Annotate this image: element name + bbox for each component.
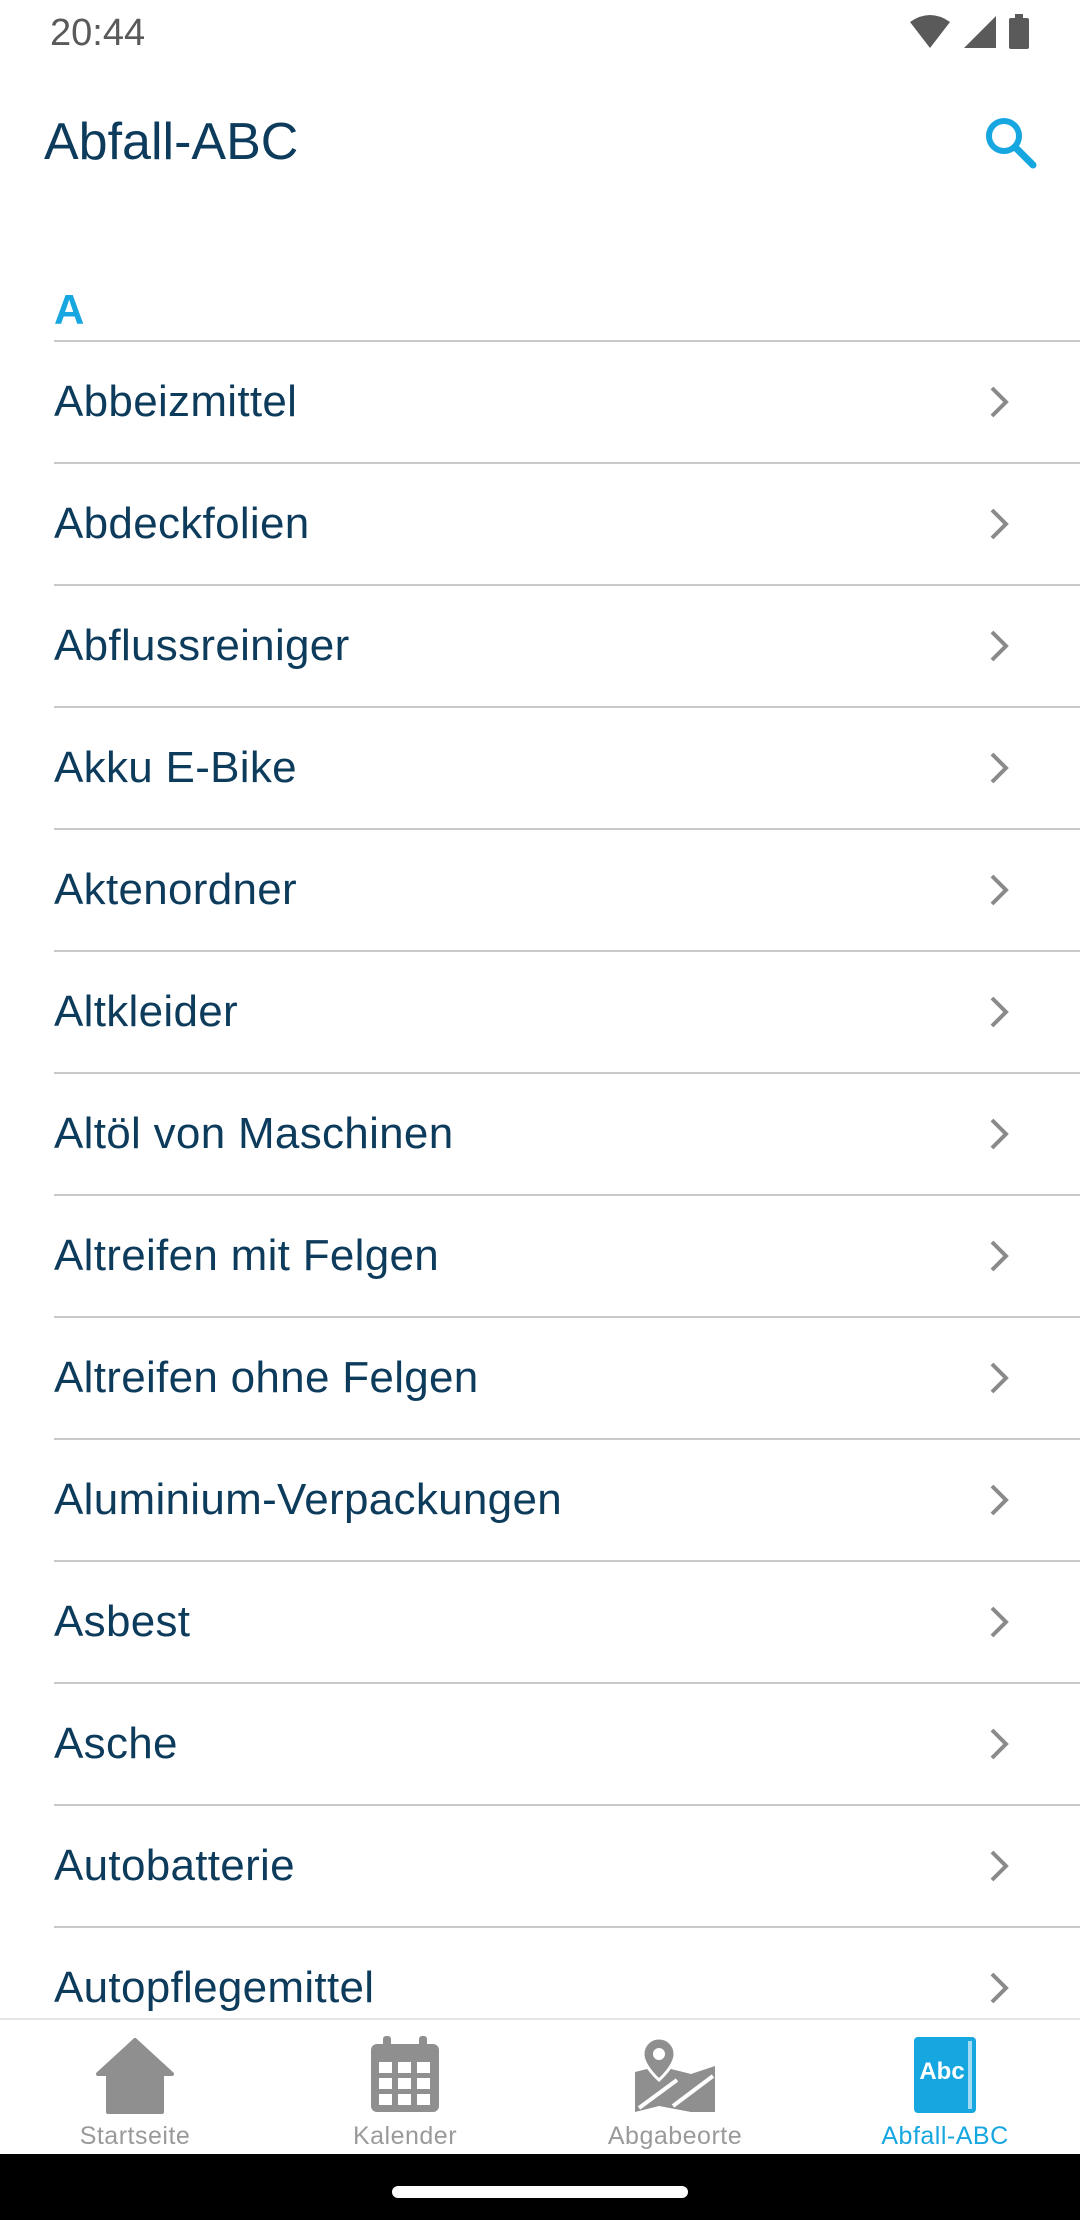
chevron-right-icon <box>984 1968 1014 2008</box>
nav-label: Startseite <box>79 2122 191 2150</box>
app-header: Abfall-ABC <box>0 66 1080 226</box>
list-item[interactable]: Asche <box>54 1684 1080 1806</box>
abc-list-scroll[interactable]: A Abbeizmittel Abdeckfolien Abflussreini… <box>0 226 1080 2018</box>
list-item[interactable]: Altkleider <box>54 952 1080 1074</box>
list-item-label: Autobatterie <box>54 1841 295 1890</box>
list-item[interactable]: Akku E-Bike <box>54 708 1080 830</box>
list-item-label: Aluminium-Verpackungen <box>54 1475 562 1524</box>
calendar-icon <box>360 2030 450 2120</box>
home-gesture-handle[interactable] <box>392 2186 688 2198</box>
list-item-label: Abflussreiniger <box>54 621 350 670</box>
list-item-label: Altreifen mit Felgen <box>54 1231 440 1280</box>
status-icons <box>908 14 1030 55</box>
chevron-right-icon <box>984 992 1014 1032</box>
nav-label: Kalender <box>352 2122 458 2150</box>
chevron-right-icon <box>984 1602 1014 1642</box>
signal-icon <box>962 14 998 55</box>
chevron-right-icon <box>984 1114 1014 1154</box>
list-item-label: Altöl von Maschinen <box>54 1109 454 1158</box>
nav-item-abgabeorte[interactable]: Abgabeorte <box>540 2020 810 2154</box>
chevron-right-icon <box>984 626 1014 666</box>
page-title: Abfall-ABC <box>44 113 299 171</box>
system-navigation-bar <box>0 2154 1080 2220</box>
abc-book-icon: Abc <box>900 2030 990 2120</box>
list-item-label: Abdeckfolien <box>54 499 310 548</box>
list-item-label: Altkleider <box>54 987 238 1036</box>
status-bar: 20:44 <box>0 0 1080 66</box>
abc-list: Abbeizmittel Abdeckfolien Abflussreinige… <box>0 342 1080 2018</box>
battery-icon <box>1008 14 1030 55</box>
list-item-label: Akku E-Bike <box>54 743 297 792</box>
list-item-label: Autopflegemittel <box>54 1963 375 2012</box>
chevron-right-icon <box>984 1358 1014 1398</box>
chevron-right-icon <box>984 748 1014 788</box>
nav-item-kalender[interactable]: Kalender <box>270 2020 540 2154</box>
status-time: 20:44 <box>50 12 146 54</box>
map-pin-icon <box>630 2030 720 2120</box>
nav-label: Abgabeorte <box>607 2122 743 2150</box>
list-item[interactable]: Altreifen ohne Felgen <box>54 1318 1080 1440</box>
chevron-right-icon <box>984 382 1014 422</box>
list-item[interactable]: Altreifen mit Felgen <box>54 1196 1080 1318</box>
list-item-label: Abbeizmittel <box>54 377 298 426</box>
chevron-right-icon <box>984 1236 1014 1276</box>
wifi-icon <box>908 14 952 55</box>
search-icon <box>983 115 1037 174</box>
chevron-right-icon <box>984 1724 1014 1764</box>
nav-item-startseite[interactable]: Startseite <box>0 2020 270 2154</box>
list-item-label: Asche <box>54 1719 178 1768</box>
list-item[interactable]: Autobatterie <box>54 1806 1080 1928</box>
list-item[interactable]: Altöl von Maschinen <box>54 1074 1080 1196</box>
chevron-right-icon <box>984 1480 1014 1520</box>
chevron-right-icon <box>984 870 1014 910</box>
bottom-navigation: Startseite Kalender Abgabeorte Abc Abfal… <box>0 2018 1080 2154</box>
list-item[interactable]: Aktenordner <box>54 830 1080 952</box>
home-icon <box>90 2030 180 2120</box>
section-header-letter: A <box>54 286 85 333</box>
nav-label: Abfall-ABC <box>881 2122 1009 2150</box>
list-item[interactable]: Aluminium-Verpackungen <box>54 1440 1080 1562</box>
chevron-right-icon <box>984 1846 1014 1886</box>
nav-item-abfall-abc[interactable]: Abc Abfall-ABC <box>810 2020 1080 2154</box>
search-button[interactable] <box>978 112 1042 176</box>
list-item[interactable]: Asbest <box>54 1562 1080 1684</box>
list-item[interactable]: Abdeckfolien <box>54 464 1080 586</box>
chevron-right-icon <box>984 504 1014 544</box>
list-item[interactable]: Autopflegemittel <box>54 1928 1080 2018</box>
list-item-label: Asbest <box>54 1597 191 1646</box>
list-item[interactable]: Abbeizmittel <box>54 342 1080 464</box>
list-item-label: Altreifen ohne Felgen <box>54 1353 479 1402</box>
abc-book-icon-text: Abc <box>919 2058 964 2085</box>
list-item-label: Aktenordner <box>54 865 298 914</box>
list-item[interactable]: Abflussreiniger <box>54 586 1080 708</box>
